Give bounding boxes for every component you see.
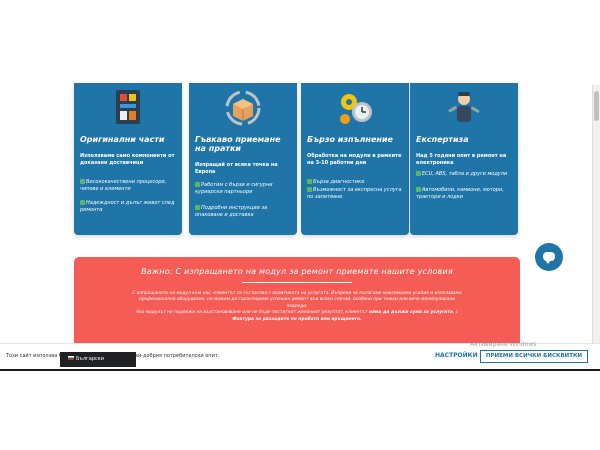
card-subtitle: Използваме само компоненти от доказани д… [80, 153, 175, 166]
checkmark-icon [416, 171, 421, 176]
notice-line: Ако модулът не подлежи на възстановяване… [135, 310, 369, 316]
notice-divider [242, 282, 352, 283]
card-title: Оригинални части [80, 135, 165, 144]
card-feature-text: Бърза диагностика [313, 179, 365, 185]
card-feature: Подробни инструкции за опаковане и доста… [195, 205, 293, 218]
checkmark-icon [195, 205, 200, 210]
card-feature: ECU, ABS, табла и други модули [416, 171, 514, 178]
card-subtitle: Изпращай от всяка точка на Европа [195, 162, 278, 175]
cookie-text-start: Този сайт използва б [6, 353, 62, 359]
card-feature: Възможност за експресна услуга по запитв… [307, 187, 405, 200]
card-feature-text: Автомобили, камиони, мотори, трактори и … [416, 187, 504, 200]
card-feature: Автомобили, камиони, мотори, трактори и … [416, 187, 514, 200]
notice-line: Фактура за разходите по пробата или връщ… [232, 316, 362, 322]
circuit-board-icon [116, 90, 140, 124]
card-feature-text: Работим с бързи и сигурни куриерски парт… [195, 182, 273, 195]
notice-line: повреди. [286, 303, 308, 309]
notice-line: С изпращането на модул към нас, клиентът… [132, 291, 462, 296]
chat-button[interactable] [535, 243, 563, 271]
card-title: Експертиза [416, 135, 469, 144]
scrollbar[interactable] [592, 85, 600, 369]
card-feature-text: Възможност за експресна услуга по запитв… [307, 187, 402, 200]
card-subtitle: Обработка на модули в рамките на 3-10 ра… [307, 153, 402, 166]
card-feature: Висококачествени процесори, чипове и еле… [80, 179, 178, 192]
checkmark-icon [416, 187, 421, 192]
chat-icon [543, 252, 555, 264]
notice-line: професионално оборудване, не можем да га… [138, 297, 456, 303]
mechanic-icon [448, 92, 480, 122]
scrollbar-thumb[interactable] [594, 91, 599, 121]
card-title: Гъвкаво приемане на пратки [195, 135, 281, 153]
checkmark-icon [307, 187, 312, 192]
cookie-text-end: ко най-добрия потребителски опит. [123, 353, 220, 359]
checkmark-icon [80, 200, 85, 205]
accept-all-cookies-button[interactable]: ПРИЕМИ ВСИЧКИ БИСКВИТКИ [480, 350, 588, 363]
feature-card-original-parts: Оригинални части Използваме само компоне… [74, 83, 182, 235]
notice-title: Важно: С изпращането на модул за ремонт … [141, 267, 453, 276]
checkmark-icon [307, 179, 312, 184]
card-feature: Надеждност и дълъг живот след ремонта [80, 200, 178, 213]
bulgarian-flag-icon [68, 356, 74, 360]
notice-bold-text: няма да дължи сума за услугата [368, 310, 453, 316]
bottom-border [0, 369, 600, 371]
feature-card-shipping: Гъвкаво приемане на пратки Изпращай от в… [189, 83, 297, 235]
card-subtitle: Над 5 години опит в ремонт на електроник… [416, 153, 507, 166]
language-label: Български [76, 356, 105, 362]
feature-card-fast-service: Бързо изпълнение Обработка на модули в р… [301, 83, 409, 235]
feature-card-expertise: Експертиза Над 5 години опит в ремонт на… [410, 83, 518, 235]
card-title: Бързо изпълнение [307, 135, 393, 144]
card-feature-text: Висококачествени процесори, чипове и еле… [80, 179, 167, 192]
card-feature-text: Надеждност и дълъг живот след ремонта [80, 200, 175, 213]
cookie-settings-link[interactable]: НАСТРОЙКИ [435, 352, 478, 359]
parcel-box-icon [225, 90, 261, 126]
card-feature: Бърза диагностика [307, 179, 405, 186]
language-switcher[interactable]: Български [60, 352, 136, 367]
page-viewport: Оригинални части Използваме само компоне… [0, 83, 600, 371]
gears-clock-icon [340, 94, 372, 124]
card-feature-text: Подробни инструкции за опаковане и доста… [195, 205, 268, 218]
checkmark-icon [195, 182, 200, 187]
windows-activation-watermark: Активиране Windows [470, 341, 537, 348]
card-feature-text: ECU, ABS, табла и други модули [422, 171, 508, 177]
checkmark-icon [80, 179, 85, 184]
card-feature: Работим с бързи и сигурни куриерски парт… [195, 182, 293, 195]
notice-line: , с [452, 310, 459, 316]
